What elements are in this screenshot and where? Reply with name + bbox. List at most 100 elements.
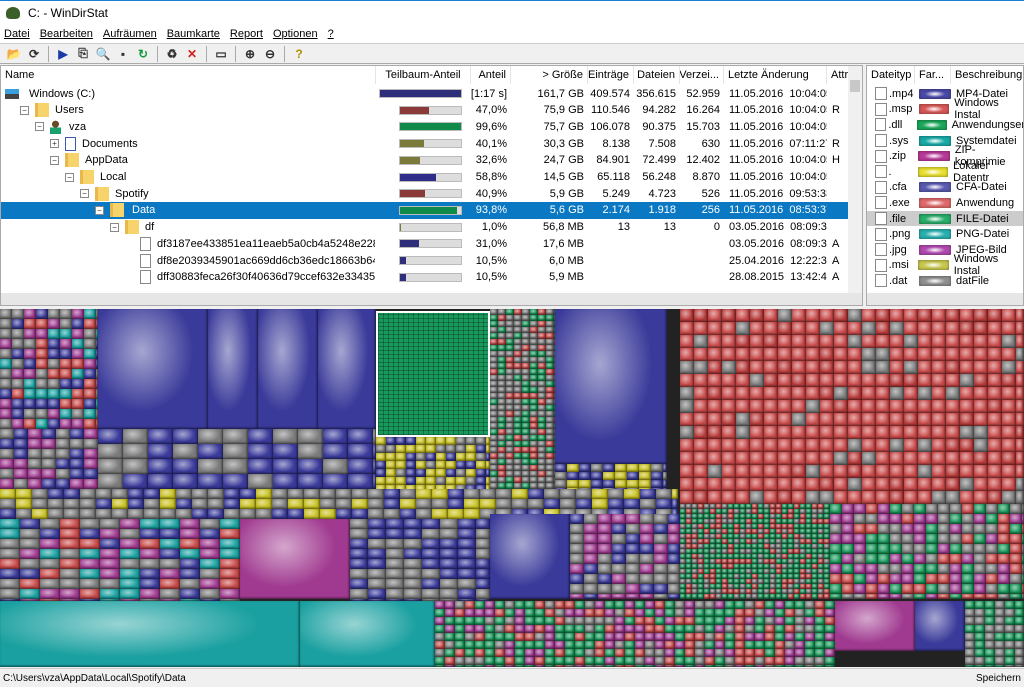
treemap-cell[interactable]: [298, 459, 323, 474]
treemap-cell[interactable]: [820, 439, 834, 452]
treemap-cell[interactable]: [64, 509, 80, 519]
treemap-cell[interactable]: [974, 478, 988, 491]
treemap-cell[interactable]: [615, 609, 625, 617]
treemap-cell[interactable]: [466, 453, 476, 461]
treemap-cell[interactable]: [694, 335, 708, 348]
treemap-cell[interactable]: [1005, 609, 1015, 617]
treemap-cell[interactable]: [584, 544, 598, 554]
treemap-cell[interactable]: [830, 594, 842, 599]
treemap-cell[interactable]: [725, 609, 735, 617]
treemap-cell[interactable]: [876, 322, 890, 335]
treemap-cell[interactable]: [555, 472, 567, 480]
treemap-cell[interactable]: [825, 665, 835, 667]
treemap-cell[interactable]: [386, 549, 404, 559]
collapse-icon[interactable]: −: [95, 205, 104, 215]
treemap-cell[interactable]: [965, 657, 975, 665]
treemap-cell[interactable]: [904, 491, 918, 504]
treemap-cell[interactable]: [598, 544, 612, 554]
treemap-cell[interactable]: [36, 359, 48, 369]
treemap-cell[interactable]: [708, 309, 722, 322]
treemap-cell[interactable]: [974, 309, 988, 322]
treemap-cell[interactable]: [1002, 413, 1016, 426]
treemap-cell[interactable]: [56, 459, 70, 469]
treemap-cell[interactable]: [48, 419, 60, 429]
treemap-cell[interactable]: [675, 617, 685, 625]
treemap-cell[interactable]: [654, 554, 668, 564]
treemap-cell[interactable]: [598, 514, 612, 524]
treemap-cell[interactable]: [778, 465, 792, 478]
treemap-cell[interactable]: [435, 617, 445, 625]
treemap-cell[interactable]: [974, 491, 988, 504]
treemap-cell[interactable]: [20, 529, 40, 539]
treemap-cell[interactable]: [48, 409, 60, 419]
treemap-cell[interactable]: [627, 464, 639, 472]
treemap-cell[interactable]: [890, 361, 904, 374]
treemap-cell[interactable]: [965, 625, 975, 633]
treemap-cell[interactable]: [950, 574, 962, 584]
treemap-cell[interactable]: [1016, 322, 1024, 335]
treemap-cell[interactable]: [575, 617, 585, 625]
treemap-cell[interactable]: [668, 524, 680, 534]
treemap-cell[interactable]: [736, 335, 750, 348]
treemap-cell[interactable]: [625, 633, 635, 641]
treemap-cell[interactable]: [862, 491, 876, 504]
treemap-cell[interactable]: [575, 649, 585, 657]
treemap-cell[interactable]: [725, 641, 735, 649]
treemap-cell[interactable]: [926, 584, 938, 594]
treemap-cell[interactable]: [575, 601, 585, 609]
treemap-cell[interactable]: [200, 519, 220, 529]
treemap-cell[interactable]: [834, 348, 848, 361]
treemap-cell[interactable]: [224, 499, 240, 509]
treemap-cell[interactable]: [80, 509, 96, 519]
treemap-cell[interactable]: [72, 379, 84, 389]
treemap-cell[interactable]: [876, 439, 890, 452]
treemap-cell[interactable]: [695, 625, 705, 633]
treemap-cell[interactable]: [300, 601, 435, 667]
treemap-cell[interactable]: [750, 478, 764, 491]
treemap-cell[interactable]: [975, 649, 985, 657]
treemap-cell[interactable]: [435, 649, 445, 657]
treemap-cell[interactable]: [745, 625, 755, 633]
menu-6[interactable]: ?: [328, 28, 334, 40]
treemap-cell[interactable]: [946, 348, 960, 361]
treemap-cell[interactable]: [28, 439, 42, 449]
treemap-cell[interactable]: [24, 339, 36, 349]
treemap-cell[interactable]: [100, 559, 120, 569]
treemap-cell[interactable]: [805, 657, 815, 665]
treemap-cell[interactable]: [806, 309, 820, 322]
treemap-cell[interactable]: [475, 633, 485, 641]
treemap-cell[interactable]: [1015, 617, 1024, 625]
treemap-cell[interactable]: [830, 504, 842, 514]
treemap-cell[interactable]: [918, 361, 932, 374]
treemap-cell[interactable]: [736, 478, 750, 491]
treemap-cell[interactable]: [570, 524, 584, 534]
treemap-cell[interactable]: [950, 504, 962, 514]
treemap-cell[interactable]: [605, 617, 615, 625]
treemap-cell[interactable]: [60, 339, 72, 349]
treemap-cell[interactable]: [764, 413, 778, 426]
treemap-cell[interactable]: [565, 657, 575, 665]
treemap-cell[interactable]: [825, 601, 835, 609]
treemap-cell[interactable]: [555, 309, 667, 464]
treemap-cell[interactable]: [890, 374, 904, 387]
treemap-cell[interactable]: [368, 499, 384, 509]
treemap-cell[interactable]: [960, 400, 974, 413]
refresh-all-icon[interactable]: ⟳: [26, 46, 42, 62]
treemap-cell[interactable]: [842, 584, 854, 594]
treemap-cell[interactable]: [640, 564, 654, 574]
treemap-cell[interactable]: [965, 609, 975, 617]
type-row[interactable]: .dll Anwendungser: [867, 117, 1023, 133]
treemap-cell[interactable]: [455, 625, 465, 633]
treemap-cell[interactable]: [476, 559, 490, 569]
treemap-cell[interactable]: [570, 564, 584, 574]
treemap-cell[interactable]: [962, 564, 974, 574]
treemap-cell[interactable]: [904, 426, 918, 439]
treemap-cell[interactable]: [575, 641, 585, 649]
treemap-cell[interactable]: [368, 579, 386, 589]
treemap-cell[interactable]: [694, 491, 708, 504]
treemap-cell[interactable]: [806, 348, 820, 361]
treemap-cell[interactable]: [495, 617, 505, 625]
treemap-cell[interactable]: [465, 625, 475, 633]
treemap-cell[interactable]: [36, 309, 48, 319]
treemap-cell[interactable]: [750, 452, 764, 465]
